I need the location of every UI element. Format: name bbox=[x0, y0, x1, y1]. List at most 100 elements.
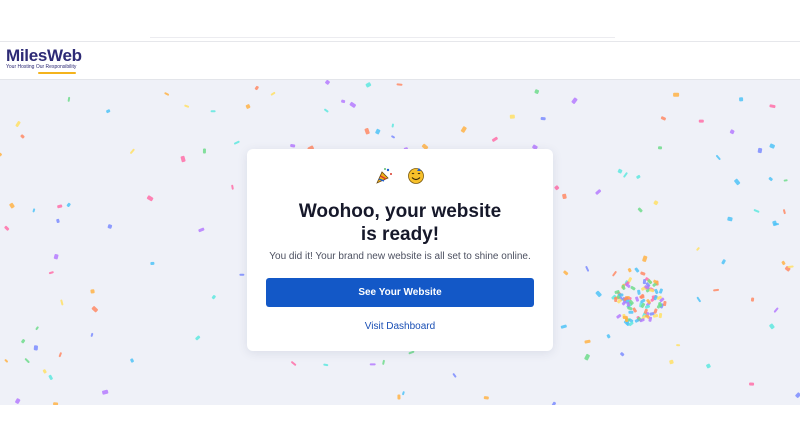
confetti-piece bbox=[639, 293, 645, 299]
confetti-piece bbox=[628, 321, 634, 327]
confetti-piece bbox=[622, 313, 626, 319]
confetti-piece bbox=[24, 358, 30, 364]
confetti-piece bbox=[753, 209, 760, 213]
confetti-piece bbox=[130, 358, 134, 363]
confetti-piece bbox=[651, 295, 657, 299]
confetti-piece bbox=[644, 285, 650, 290]
confetti-piece bbox=[150, 261, 155, 266]
milesweb-logo[interactable]: MilesWeb Your Hosting Our Responsibility bbox=[6, 47, 82, 74]
visit-dashboard-link[interactable]: Visit Dashboard bbox=[247, 320, 553, 334]
confetti-piece bbox=[645, 287, 651, 293]
confetti-piece bbox=[624, 296, 630, 300]
confetti-piece bbox=[642, 279, 647, 285]
confetti-piece bbox=[614, 296, 620, 300]
confetti-piece bbox=[231, 184, 234, 190]
confetti-piece bbox=[106, 109, 111, 114]
confetti-piece bbox=[618, 296, 624, 302]
confetti-piece bbox=[369, 363, 376, 366]
confetti-piece bbox=[364, 127, 370, 135]
confetti-piece bbox=[53, 254, 59, 260]
confetti-piece bbox=[623, 172, 628, 178]
confetti-piece bbox=[617, 168, 623, 174]
confetti-piece bbox=[9, 202, 15, 209]
confetti-piece bbox=[641, 286, 647, 291]
confetti-piece bbox=[402, 391, 405, 396]
confetti-piece bbox=[397, 394, 401, 400]
confetti-piece bbox=[639, 295, 645, 299]
success-card: Woohoo, your website is ready! You did i… bbox=[247, 149, 553, 351]
confetti-piece bbox=[382, 359, 385, 365]
confetti-piece bbox=[669, 359, 674, 365]
confetti-piece bbox=[32, 208, 36, 213]
confetti-piece bbox=[625, 320, 630, 326]
confetti-piece bbox=[611, 294, 617, 300]
confetti-piece bbox=[634, 318, 640, 323]
confetti-piece bbox=[644, 285, 650, 290]
success-subtitle: You did it! Your brand new website is al… bbox=[269, 251, 531, 262]
confetti-piece bbox=[628, 310, 634, 314]
confetti-piece bbox=[626, 301, 631, 307]
confetti-piece bbox=[734, 178, 741, 186]
confetti-piece bbox=[739, 97, 744, 102]
confetti-piece bbox=[750, 297, 755, 302]
confetti-piece bbox=[617, 298, 622, 304]
smiling-face-icon bbox=[407, 167, 425, 190]
confetti-piece bbox=[616, 291, 622, 297]
site-header: MilesWeb Your Hosting Our Responsibility bbox=[0, 42, 800, 80]
confetti-piece bbox=[768, 176, 773, 182]
confetti-piece bbox=[391, 135, 395, 139]
confetti-piece bbox=[641, 315, 647, 321]
confetti-piece bbox=[42, 369, 47, 374]
see-your-website-button[interactable]: See Your Website bbox=[266, 278, 534, 307]
confetti-piece bbox=[629, 299, 634, 305]
confetti-piece bbox=[0, 152, 2, 157]
confetti-piece bbox=[626, 303, 632, 309]
confetti-piece bbox=[491, 136, 498, 142]
confetti-piece bbox=[658, 313, 663, 319]
confetti-piece bbox=[621, 300, 627, 306]
confetti-piece bbox=[460, 126, 467, 133]
confetti-piece bbox=[624, 298, 630, 304]
confetti-piece bbox=[640, 302, 646, 308]
confetti-piece bbox=[184, 104, 190, 108]
confetti-piece bbox=[795, 392, 800, 398]
confetti-piece bbox=[625, 317, 631, 322]
confetti-piece bbox=[653, 200, 659, 206]
confetti-piece bbox=[757, 147, 763, 154]
confetti-piece bbox=[195, 335, 201, 341]
party-popper-icon bbox=[375, 167, 393, 190]
success-title-line-2: is ready! bbox=[360, 224, 440, 245]
confetti-piece bbox=[375, 128, 381, 135]
success-title: Woohoo, your website is ready! bbox=[247, 200, 553, 246]
confetti-piece bbox=[656, 303, 662, 309]
confetti-piece bbox=[644, 314, 651, 319]
confetti-piece bbox=[540, 116, 546, 121]
confetti-piece bbox=[584, 353, 590, 361]
confetti-piece bbox=[640, 298, 646, 304]
confetti-piece bbox=[653, 279, 659, 284]
logo-tagline: Your Hosting Our Responsibility bbox=[6, 64, 77, 70]
confetti-piece bbox=[349, 101, 357, 108]
confetti-piece bbox=[595, 189, 602, 195]
confetti-piece bbox=[649, 287, 655, 292]
confetti-piece bbox=[648, 316, 653, 322]
confetti-piece bbox=[646, 301, 651, 307]
confetti-piece bbox=[647, 279, 653, 285]
confetti-piece bbox=[21, 339, 26, 344]
confetti-piece bbox=[627, 268, 632, 273]
confetti-piece bbox=[562, 193, 567, 200]
confetti-piece bbox=[658, 288, 663, 294]
confetti-piece bbox=[626, 296, 632, 301]
confetti-piece bbox=[636, 316, 641, 322]
confetti-piece bbox=[627, 306, 633, 311]
confetti-piece bbox=[365, 82, 372, 88]
confetti-piece bbox=[696, 296, 701, 303]
confetti-piece bbox=[698, 119, 704, 123]
confetti-piece bbox=[623, 296, 629, 301]
confetti-piece bbox=[391, 123, 394, 128]
confetti-piece bbox=[653, 308, 658, 314]
top-divider bbox=[150, 37, 615, 38]
confetti-piece bbox=[636, 174, 641, 179]
confetti-piece bbox=[781, 260, 786, 266]
confetti-piece bbox=[637, 207, 643, 213]
